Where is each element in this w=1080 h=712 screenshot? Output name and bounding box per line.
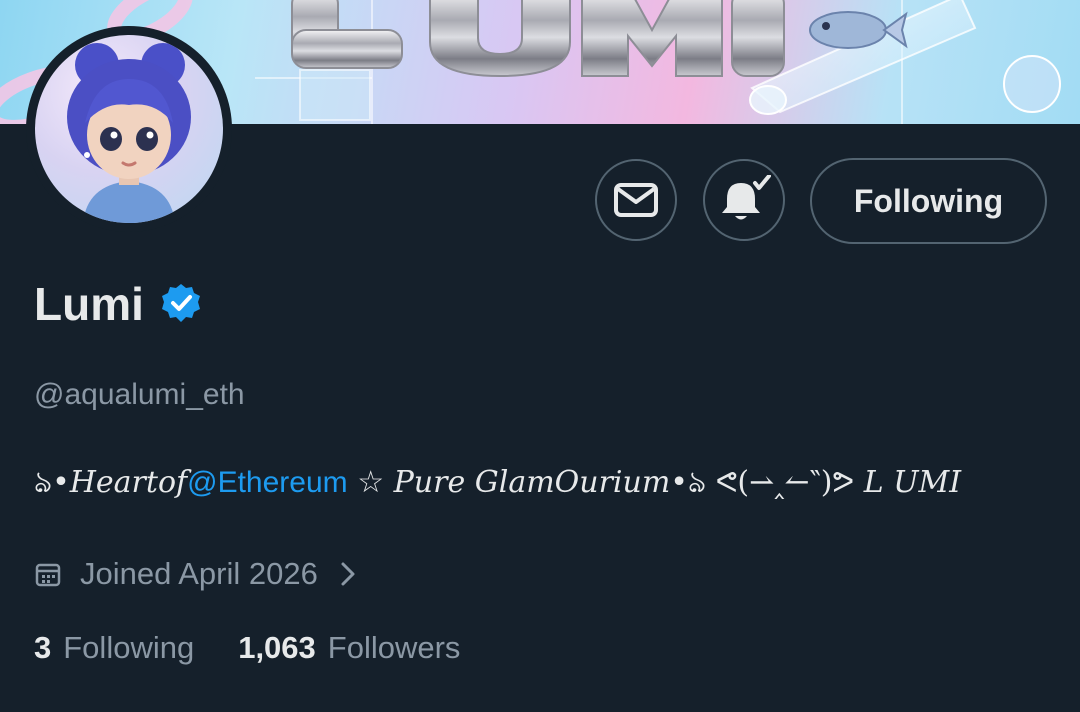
following-count-link[interactable]: 3 Following [34, 630, 194, 666]
avatar[interactable] [35, 35, 223, 223]
profile-bio: ঌ•Heartof@Ethereum ☆ Pure GlamOurium•ঌ ᕙ… [34, 458, 1064, 509]
bio-text: Pure GlamOurium [393, 465, 671, 500]
following-button-label: Following [853, 182, 1004, 219]
message-button[interactable] [595, 159, 677, 241]
verified-badge[interactable] [160, 282, 202, 329]
joined-date-text: Joined April 2026 [80, 556, 318, 591]
bio-star: ☆ [347, 465, 394, 500]
bio-ornament: ঌ [34, 465, 53, 500]
bio-text: •Heartof [52, 465, 188, 500]
display-name: Lumi [34, 278, 144, 330]
bio-mention-link[interactable]: @Ethereum [187, 466, 348, 499]
following-count: 3 [34, 630, 52, 665]
bio-ornament: •ঌ [670, 465, 707, 500]
envelope-icon [614, 183, 658, 217]
profile-handle: @aqualumi_eth [34, 378, 245, 411]
followers-label: Followers [327, 630, 461, 665]
following-label: Following [63, 630, 195, 665]
bell-check-icon [722, 175, 771, 220]
avatar-image [67, 43, 191, 223]
chevron-right-icon [340, 561, 356, 587]
notifications-button[interactable] [703, 159, 785, 241]
joined-date-row[interactable]: Joined April 2026 [34, 556, 356, 592]
following-button[interactable]: Following [810, 158, 1047, 244]
avatar-frame [26, 26, 232, 232]
bio-kaomoji: ᕙ(⇀‸↼‶)ᕗ [706, 465, 864, 500]
bio-text: L UMI [863, 465, 962, 500]
followers-count: 1,063 [238, 630, 316, 665]
verified-badge-icon [162, 284, 200, 322]
followers-count-link[interactable]: 1,063 Followers [238, 630, 460, 666]
calendar-icon [34, 560, 62, 588]
follow-stats: 3 Following 1,063 Followers [34, 630, 460, 666]
